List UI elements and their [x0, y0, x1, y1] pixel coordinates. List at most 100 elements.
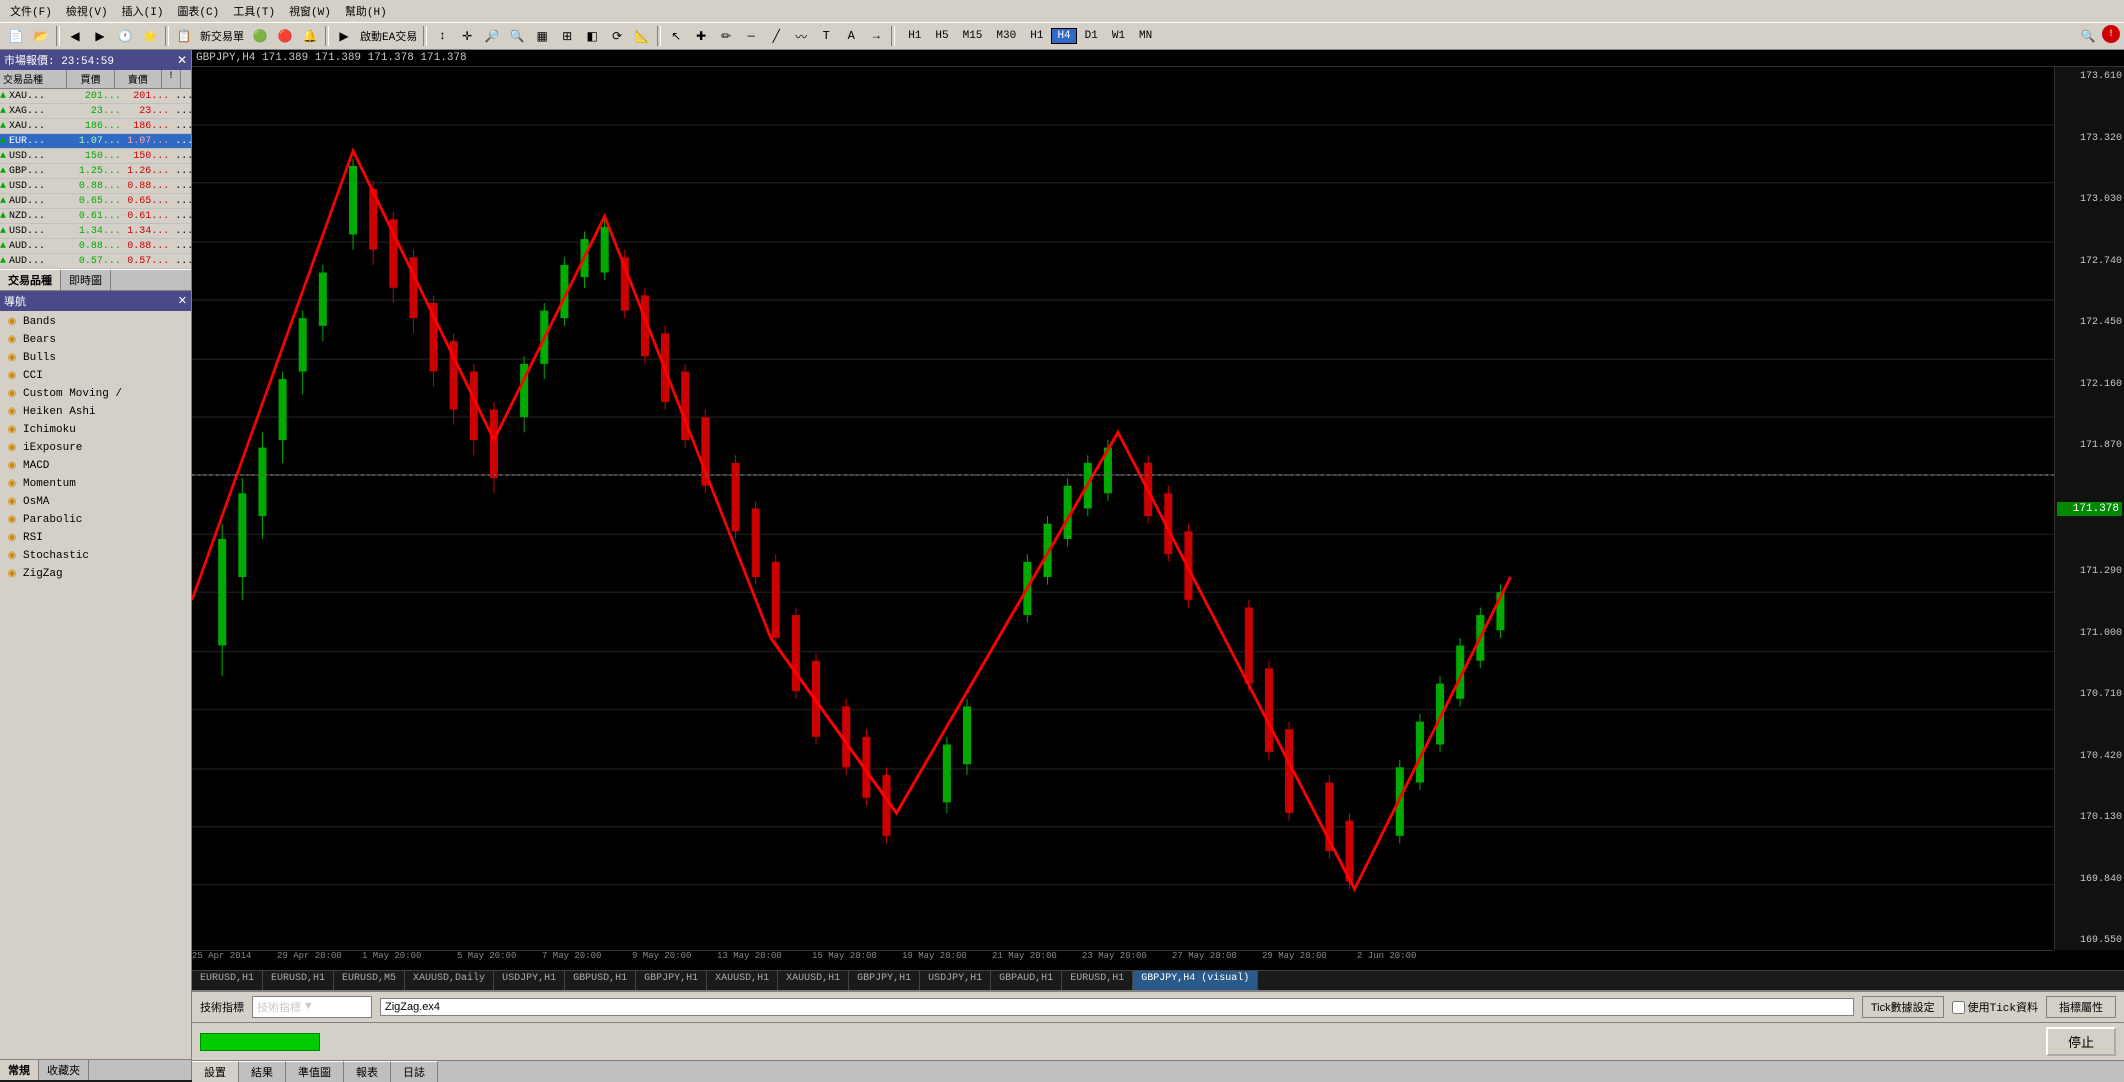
tf-h5[interactable]: H5: [929, 28, 954, 44]
bottom-tab[interactable]: 日誌: [391, 1061, 438, 1082]
use-tick-checkbox[interactable]: [1952, 1001, 1965, 1014]
tab-symbol[interactable]: 交易品種: [0, 270, 61, 290]
tb-text[interactable]: T: [814, 25, 838, 47]
indicator-attr-button[interactable]: 指標屬性: [2046, 996, 2116, 1018]
chart-tab[interactable]: USDJPY,H1: [494, 971, 565, 990]
menu-help[interactable]: 幫助(H): [339, 1, 393, 21]
tb-new-order[interactable]: 📋: [172, 25, 196, 47]
tb-crosshair2[interactable]: ✚: [689, 25, 713, 47]
nav-tree-item[interactable]: ◉ MACD: [2, 457, 189, 475]
market-row[interactable]: ▲ USD... 150... 150... ...: [0, 149, 191, 164]
tb-grid[interactable]: ▦: [530, 25, 554, 47]
nav-tree-item[interactable]: ◉ Bulls: [2, 349, 189, 367]
tf-h4[interactable]: H4: [1051, 28, 1076, 44]
chart-tab[interactable]: EURUSD,M5: [334, 971, 405, 990]
indicator-name-input[interactable]: [380, 998, 1854, 1016]
market-row[interactable]: ▲ AUD... 0.57... 0.57... ...: [0, 254, 191, 269]
tb-chart-shift[interactable]: ◧: [580, 25, 604, 47]
chart-tab[interactable]: EURUSD,H1: [263, 971, 334, 990]
tf-m15[interactable]: M15: [957, 28, 989, 44]
menu-tools[interactable]: 工具(T): [227, 1, 281, 21]
tb-period-sep[interactable]: ⊞: [555, 25, 579, 47]
tf-w1[interactable]: W1: [1106, 28, 1131, 44]
market-row[interactable]: ▲ USD... 0.88... 0.88... ...: [0, 179, 191, 194]
nav-tree-item[interactable]: ◉ Heiken Ashi: [2, 403, 189, 421]
market-row[interactable]: ▲ XAU... 201... 201... ...: [0, 89, 191, 104]
tf-d1[interactable]: D1: [1079, 28, 1104, 44]
tb-fib[interactable]: 〰: [789, 25, 813, 47]
market-row[interactable]: ▲ EUR... 1.07... 1.07... ...: [0, 134, 191, 149]
chart-tab[interactable]: GBPJPY,H4 (visual): [1133, 971, 1258, 990]
tb-sell[interactable]: 🔴: [273, 25, 297, 47]
tf-m30[interactable]: M30: [990, 28, 1022, 44]
stop-button[interactable]: 停止: [2046, 1027, 2116, 1056]
tb-fav[interactable]: ⭐: [138, 25, 162, 47]
menu-window[interactable]: 視窗(W): [283, 1, 337, 21]
tab-realtime[interactable]: 即時圖: [61, 270, 111, 290]
menu-chart[interactable]: 圖表(C): [171, 1, 225, 21]
tb-buy[interactable]: 🟢: [248, 25, 272, 47]
chart-tab[interactable]: EURUSD,H1: [192, 971, 263, 990]
bottom-tab[interactable]: 結果: [239, 1061, 286, 1082]
tb-cursor[interactable]: ↖: [664, 25, 688, 47]
bottom-tab[interactable]: 報表: [344, 1061, 391, 1082]
bottom-tab[interactable]: 設置: [192, 1061, 239, 1082]
nav-tree-item[interactable]: ◉ Parabolic: [2, 511, 189, 529]
market-row[interactable]: ▲ XAU... 186... 186... ...: [0, 119, 191, 134]
chart-tab[interactable]: GBPAUD,H1: [991, 971, 1062, 990]
chart-tab[interactable]: XAUUSD,H1: [778, 971, 849, 990]
nav-tree-item[interactable]: ◉ Bands: [2, 313, 189, 331]
bottom-tab[interactable]: 準值圖: [286, 1061, 344, 1082]
nav-tree-item[interactable]: ◉ ZigZag: [2, 565, 189, 583]
tb-hline[interactable]: —: [739, 25, 763, 47]
nav-tree-item[interactable]: ◉ Ichimoku: [2, 421, 189, 439]
menu-view[interactable]: 檢視(V): [60, 1, 114, 21]
tb-plus[interactable]: 🔎: [480, 25, 504, 47]
market-row[interactable]: ▲ GBP... 1.25... 1.26... ...: [0, 164, 191, 179]
tb-history[interactable]: 🕐: [113, 25, 137, 47]
market-row[interactable]: ▲ NZD... 0.61... 0.61... ...: [0, 209, 191, 224]
nav-tree-item[interactable]: ◉ Momentum: [2, 475, 189, 493]
tf-mn[interactable]: MN: [1133, 28, 1158, 44]
nav-tree-item[interactable]: ◉ Custom Moving /: [2, 385, 189, 403]
nav-tree-item[interactable]: ◉ RSI: [2, 529, 189, 547]
tb-ea-label[interactable]: ▶: [332, 25, 356, 47]
tb-autoscroll[interactable]: ⟳: [605, 25, 629, 47]
tb-label[interactable]: A: [839, 25, 863, 47]
chart-tab[interactable]: EURUSD,H1: [1062, 971, 1133, 990]
chart-tab[interactable]: GBPUSD,H1: [565, 971, 636, 990]
market-row[interactable]: ▲ XAG... 23... 23... ...: [0, 104, 191, 119]
tb-trendline[interactable]: ╱: [764, 25, 788, 47]
tb-arrow[interactable]: →: [864, 25, 888, 47]
tb-forward[interactable]: ▶: [88, 25, 112, 47]
tb-back[interactable]: ◀: [63, 25, 87, 47]
nav-tree-item[interactable]: ◉ Stochastic: [2, 547, 189, 565]
market-row[interactable]: ▲ AUD... 0.65... 0.65... ...: [0, 194, 191, 209]
tf-h1[interactable]: H1: [902, 28, 927, 44]
chart-tab[interactable]: XAUUSD,H1: [707, 971, 778, 990]
tb-crosshair[interactable]: ✛: [455, 25, 479, 47]
market-watch-close[interactable]: ✕: [177, 53, 187, 68]
tf-h1b[interactable]: H1: [1024, 28, 1049, 44]
tb-open[interactable]: 📂: [29, 25, 53, 47]
tb-search[interactable]: 🔍: [2076, 25, 2100, 47]
chart-tab[interactable]: XAUUSD,Daily: [405, 971, 494, 990]
market-row[interactable]: ▲ AUD... 0.88... 0.88... ...: [0, 239, 191, 254]
tb-new[interactable]: 📄: [4, 25, 28, 47]
menu-insert[interactable]: 插入(I): [116, 1, 170, 21]
menu-file[interactable]: 文件(F): [4, 1, 58, 21]
chart-tab[interactable]: GBPJPY,H1: [636, 971, 707, 990]
nav-tree-item[interactable]: ◉ OsMA: [2, 493, 189, 511]
nav-tree-item[interactable]: ◉ CCI: [2, 367, 189, 385]
nav-tree-item[interactable]: ◉ iExposure: [2, 439, 189, 457]
tb-alert[interactable]: 🔔: [298, 25, 322, 47]
chart-tab[interactable]: USDJPY,H1: [920, 971, 991, 990]
chart-tab[interactable]: GBPJPY,H1: [849, 971, 920, 990]
nav-tab-regular[interactable]: 常規: [0, 1060, 39, 1080]
tb-minus[interactable]: 🔍: [505, 25, 529, 47]
nav-tab-favorites[interactable]: 收藏夾: [39, 1060, 89, 1080]
navigator-close[interactable]: ✕: [178, 294, 187, 308]
tick-settings-button[interactable]: Tick數據設定: [1862, 996, 1944, 1018]
tb-draw[interactable]: ✏: [714, 25, 738, 47]
market-row[interactable]: ▲ USD... 1.34... 1.34... ...: [0, 224, 191, 239]
